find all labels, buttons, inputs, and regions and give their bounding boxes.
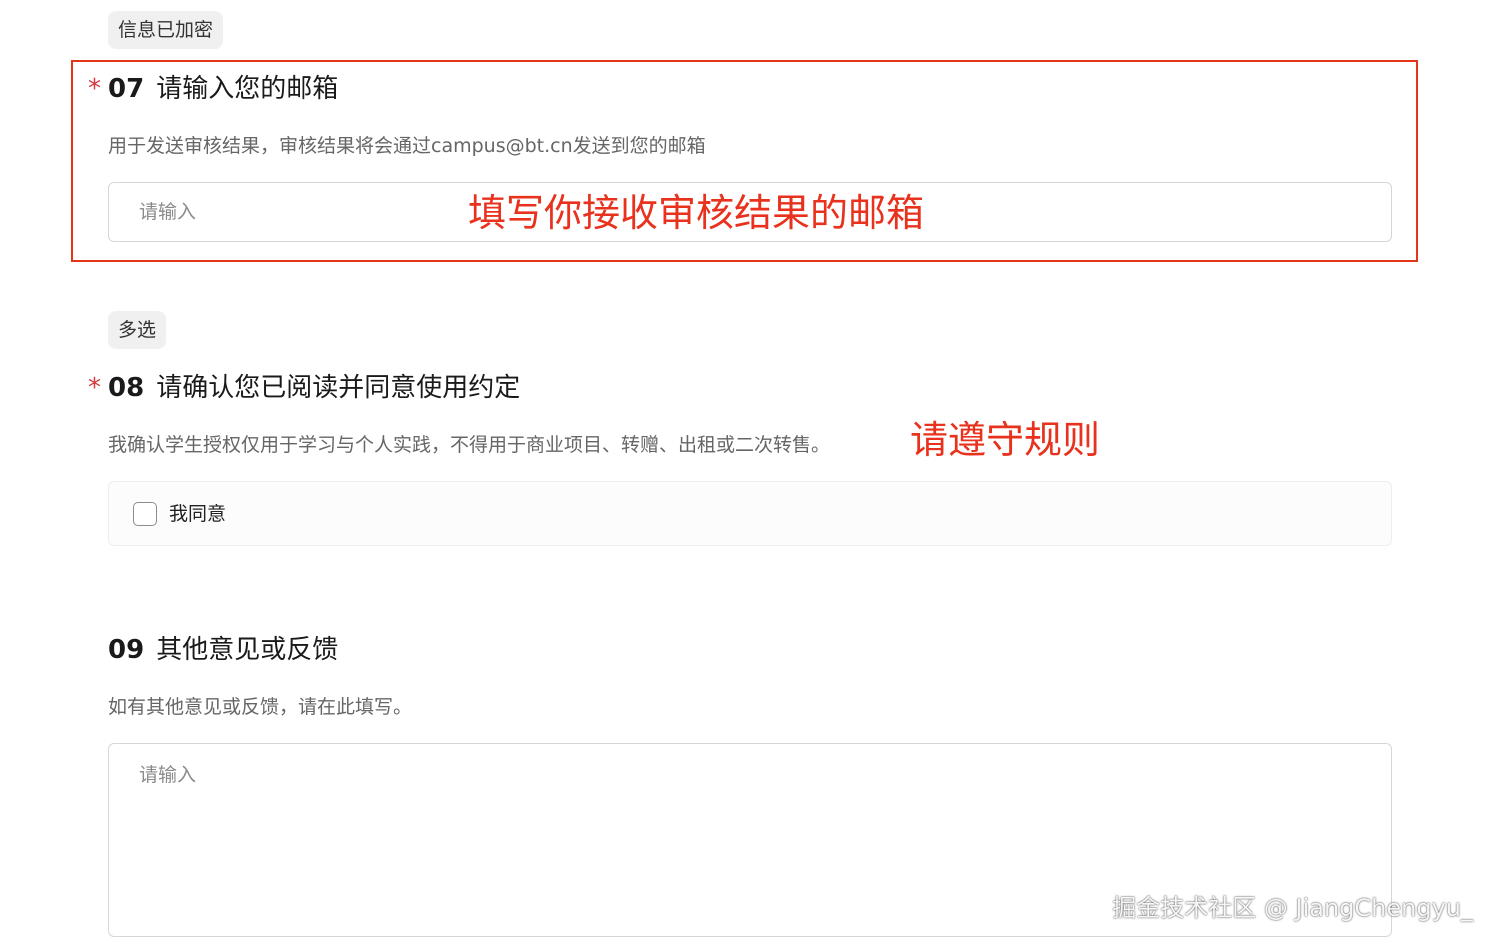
required-mark: *	[88, 74, 101, 104]
question-title-09: 09 其他意见或反馈	[108, 633, 338, 667]
question-number: 08	[108, 373, 145, 403]
agree-label[interactable]: 我同意	[169, 499, 226, 529]
question-text: 请输入您的邮箱	[156, 74, 339, 104]
question-description-08: 我确认学生授权仅用于学习与个人实践，不得用于商业项目、转赠、出租或二次转售。	[108, 434, 831, 456]
question-number: 07	[108, 74, 145, 104]
question-description-09: 如有其他意见或反馈，请在此填写。	[108, 696, 413, 718]
question-text: 其他意见或反馈	[156, 635, 339, 665]
question-number: 09	[108, 635, 145, 665]
rules-annotation: 请遵守规则	[910, 418, 1101, 462]
multi-select-tag: 多选	[108, 311, 167, 349]
encrypted-tag: 信息已加密	[108, 11, 224, 49]
email-annotation: 填写你接收审核结果的邮箱	[468, 191, 925, 235]
watermark: 掘金技术社区 @ JiangChengyu_	[1112, 894, 1473, 922]
question-title-07: 07 请输入您的邮箱	[108, 72, 338, 106]
question-title-08: 08 请确认您已阅读并同意使用约定	[108, 371, 520, 405]
survey-form: 信息已加密 * 07 请输入您的邮箱 用于发送审核结果，审核结果将会通过campu…	[0, 0, 1497, 950]
agree-checkbox[interactable]	[133, 502, 157, 526]
agree-option[interactable]: 我同意	[108, 481, 1392, 546]
question-description-07: 用于发送审核结果，审核结果将会通过campus@bt.cn发送到您的邮箱	[108, 135, 706, 157]
required-mark: *	[88, 373, 101, 403]
question-text: 请确认您已阅读并同意使用约定	[156, 373, 521, 403]
